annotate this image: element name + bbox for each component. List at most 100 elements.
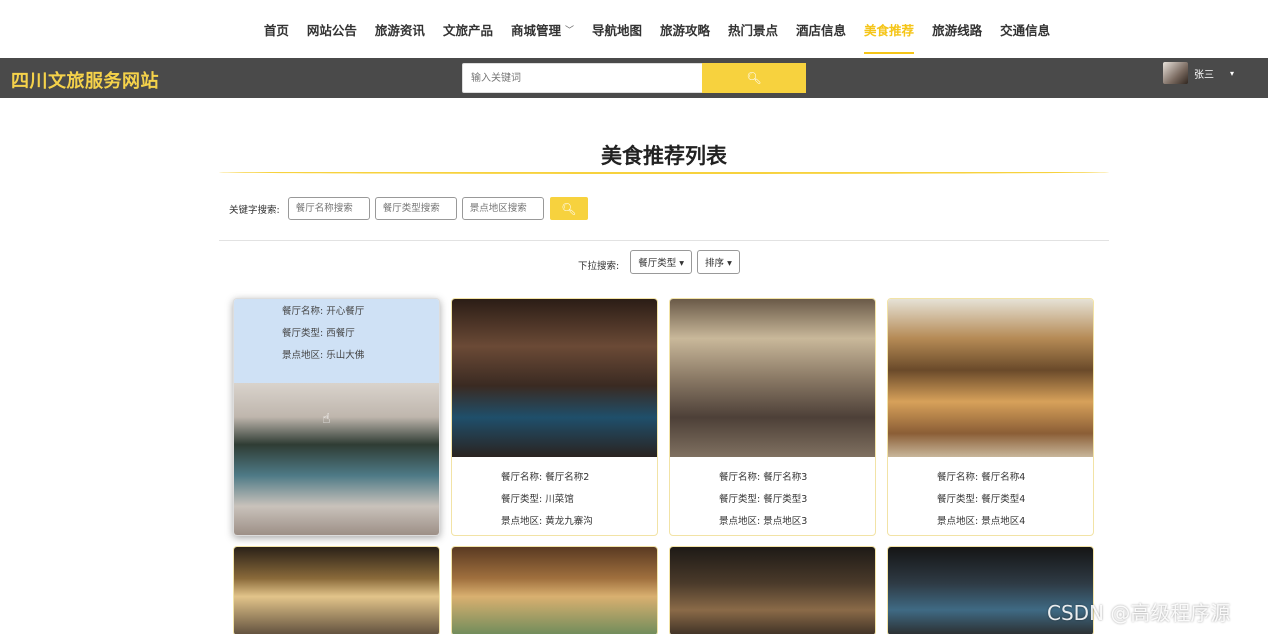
nav-item-map[interactable]: 导航地图 xyxy=(583,0,651,58)
card-name-label: 餐厅名称: xyxy=(937,472,979,483)
card-info: 餐厅名称: 餐厅名称4 餐厅类型: 餐厅类型4 景点地区: 景点地区4 xyxy=(888,457,1093,533)
card-area: 乐山大佛 xyxy=(326,350,365,361)
restaurant-photo xyxy=(888,299,1093,457)
caret-down-icon: ▾ xyxy=(1230,68,1235,78)
mouse-cursor-icon: ☝ xyxy=(322,411,331,427)
card-type-row: 餐厅类型: 川菜馆 xyxy=(452,489,657,511)
card-area-row: 景点地区: 黄龙九寨沟 xyxy=(452,511,657,533)
card-name-row: 餐厅名称: 餐厅名称4 xyxy=(888,467,1093,489)
nav-item-shop[interactable]: 商城管理 ﹀ xyxy=(502,0,583,58)
card-name: 餐厅名称4 xyxy=(981,472,1026,483)
card-type: 餐厅类型3 xyxy=(763,494,808,505)
card-area: 景点地区4 xyxy=(981,516,1026,527)
nav-item-food[interactable]: 美食推荐 xyxy=(855,0,923,58)
card-area-row: 景点地区: 景点地区3 xyxy=(670,511,875,533)
card-name-row: 餐厅名称: 餐厅名称2 xyxy=(452,467,657,489)
card-type-label: 餐厅类型: xyxy=(937,494,979,505)
card-area-label: 景点地区: xyxy=(282,350,324,361)
nav-item-guide[interactable]: 旅游攻略 xyxy=(651,0,719,58)
area-input[interactable] xyxy=(461,197,544,220)
restaurant-type-input[interactable] xyxy=(374,197,457,220)
title-underline xyxy=(219,170,1109,174)
card-name-label: 餐厅名称: xyxy=(719,472,761,483)
dropdown-search-label: 下拉搜索: xyxy=(578,261,620,272)
card-area-label: 景点地区: xyxy=(501,516,543,527)
sort-dropdown[interactable]: 排序 ▾ xyxy=(697,250,740,274)
nav-item-hotel[interactable]: 酒店信息 xyxy=(787,0,855,58)
restaurant-name-input[interactable] xyxy=(287,197,370,220)
keyword-search-button[interactable]: 🔍︎ xyxy=(549,197,588,220)
card-name: 开心餐厅 xyxy=(326,306,365,317)
card-name-row: 餐厅名称: 开心餐厅 xyxy=(234,301,439,323)
card-name-label: 餐厅名称: xyxy=(501,472,543,483)
avatar xyxy=(1163,62,1188,84)
username: 张三 xyxy=(1194,69,1214,81)
card-name: 餐厅名称3 xyxy=(763,472,808,483)
restaurant-photo xyxy=(234,547,439,634)
nav-item-notice[interactable]: 网站公告 xyxy=(298,0,366,58)
keyword-search-label: 关键字搜索: xyxy=(229,204,280,216)
search-icon: 🔍︎ xyxy=(561,201,577,216)
card-type: 餐厅类型4 xyxy=(981,494,1026,505)
card-type-label: 餐厅类型: xyxy=(719,494,761,505)
card-name-row: 餐厅名称: 餐厅名称3 xyxy=(670,467,875,489)
restaurant-photo xyxy=(670,299,875,457)
user-menu[interactable]: 张三 ▾ xyxy=(1163,62,1234,84)
card-area-row: 景点地区: 乐山大佛 xyxy=(234,345,439,367)
top-nav: 首页 网站公告 旅游资讯 文旅产品 商城管理 ﹀ 导航地图 旅游攻略 热门景点 酒… xyxy=(0,0,1268,58)
caret-down-icon: ▾ xyxy=(727,258,732,269)
nav-item-products[interactable]: 文旅产品 xyxy=(434,0,502,58)
card-area: 黄龙九寨沟 xyxy=(545,516,593,527)
site-logo[interactable]: 四川文旅服务网站 xyxy=(11,67,159,93)
card-area-row: 景点地区: 景点地区4 xyxy=(888,511,1093,533)
card-info: 餐厅名称: 餐厅名称3 餐厅类型: 餐厅类型3 景点地区: 景点地区3 xyxy=(670,457,875,533)
restaurant-photo xyxy=(670,547,875,634)
restaurant-card[interactable]: 餐厅名称: 开心餐厅 餐厅类型: 西餐厅 景点地区: 乐山大佛 xyxy=(233,298,440,536)
restaurant-photo xyxy=(452,547,657,634)
nav-item-spots[interactable]: 热门景点 xyxy=(719,0,787,58)
card-area-label: 景点地区: xyxy=(719,516,761,527)
restaurant-type-dropdown-label: 餐厅类型 xyxy=(638,258,677,269)
page-title: 美食推荐列表 xyxy=(601,144,727,168)
header-bar: 四川文旅服务网站 🔍︎ 张三 ▾ xyxy=(0,58,1268,98)
card-type-label: 餐厅类型: xyxy=(282,328,324,339)
restaurant-card[interactable]: 餐厅名称: 餐厅名称3 餐厅类型: 餐厅类型3 景点地区: 景点地区3 xyxy=(669,298,876,536)
nav-item-shop-label: 商城管理 xyxy=(510,22,561,38)
keyword-search: 关键字搜索: 🔍︎ xyxy=(229,197,588,220)
restaurant-card[interactable] xyxy=(669,546,876,634)
card-type-label: 餐厅类型: xyxy=(501,494,543,505)
restaurant-card[interactable]: 餐厅名称: 餐厅名称4 餐厅类型: 餐厅类型4 景点地区: 景点地区4 xyxy=(887,298,1094,536)
search-button[interactable]: 🔍︎ xyxy=(702,63,806,93)
card-name: 餐厅名称2 xyxy=(545,472,590,483)
card-area: 景点地区3 xyxy=(763,516,808,527)
watermark: CSDN @高级程序源 xyxy=(1047,601,1231,625)
card-area-label: 景点地区: xyxy=(937,516,979,527)
card-info-overlay: 餐厅名称: 开心餐厅 餐厅类型: 西餐厅 景点地区: 乐山大佛 xyxy=(234,299,439,383)
restaurant-card[interactable]: 餐厅名称: 餐厅名称2 餐厅类型: 川菜馆 景点地区: 黄龙九寨沟 xyxy=(451,298,658,536)
search-icon: 🔍︎ xyxy=(746,71,762,85)
card-type-row: 餐厅类型: 餐厅类型3 xyxy=(670,489,875,511)
nav-item-home[interactable]: 首页 xyxy=(255,0,298,58)
caret-down-icon: ▾ xyxy=(679,258,685,269)
header-search: 🔍︎ xyxy=(462,63,806,93)
restaurant-card[interactable] xyxy=(451,546,658,634)
nav-list: 首页 网站公告 旅游资讯 文旅产品 商城管理 ﹀ 导航地图 旅游攻略 热门景点 酒… xyxy=(255,0,1059,58)
divider xyxy=(219,240,1109,241)
nav-item-traffic[interactable]: 交通信息 xyxy=(991,0,1059,58)
card-type: 川菜馆 xyxy=(545,494,574,505)
restaurant-type-dropdown[interactable]: 餐厅类型 ▾ xyxy=(630,250,693,274)
nav-item-routes[interactable]: 旅游线路 xyxy=(923,0,991,58)
card-type: 西餐厅 xyxy=(326,328,355,339)
chevron-down-icon: ﹀ xyxy=(564,25,574,36)
restaurant-photo xyxy=(452,299,657,457)
restaurant-photo xyxy=(234,383,439,535)
card-type-row: 餐厅类型: 餐厅类型4 xyxy=(888,489,1093,511)
restaurant-card[interactable] xyxy=(233,546,440,634)
card-type-row: 餐厅类型: 西餐厅 xyxy=(234,323,439,345)
search-input[interactable] xyxy=(462,63,702,93)
nav-item-news[interactable]: 旅游资讯 xyxy=(366,0,434,58)
card-info: 餐厅名称: 餐厅名称2 餐厅类型: 川菜馆 景点地区: 黄龙九寨沟 xyxy=(452,457,657,533)
sort-dropdown-label: 排序 xyxy=(705,258,725,269)
card-name-label: 餐厅名称: xyxy=(282,306,324,317)
dropdown-search: 下拉搜索: 餐厅类型 ▾ 排序 ▾ xyxy=(578,250,740,274)
